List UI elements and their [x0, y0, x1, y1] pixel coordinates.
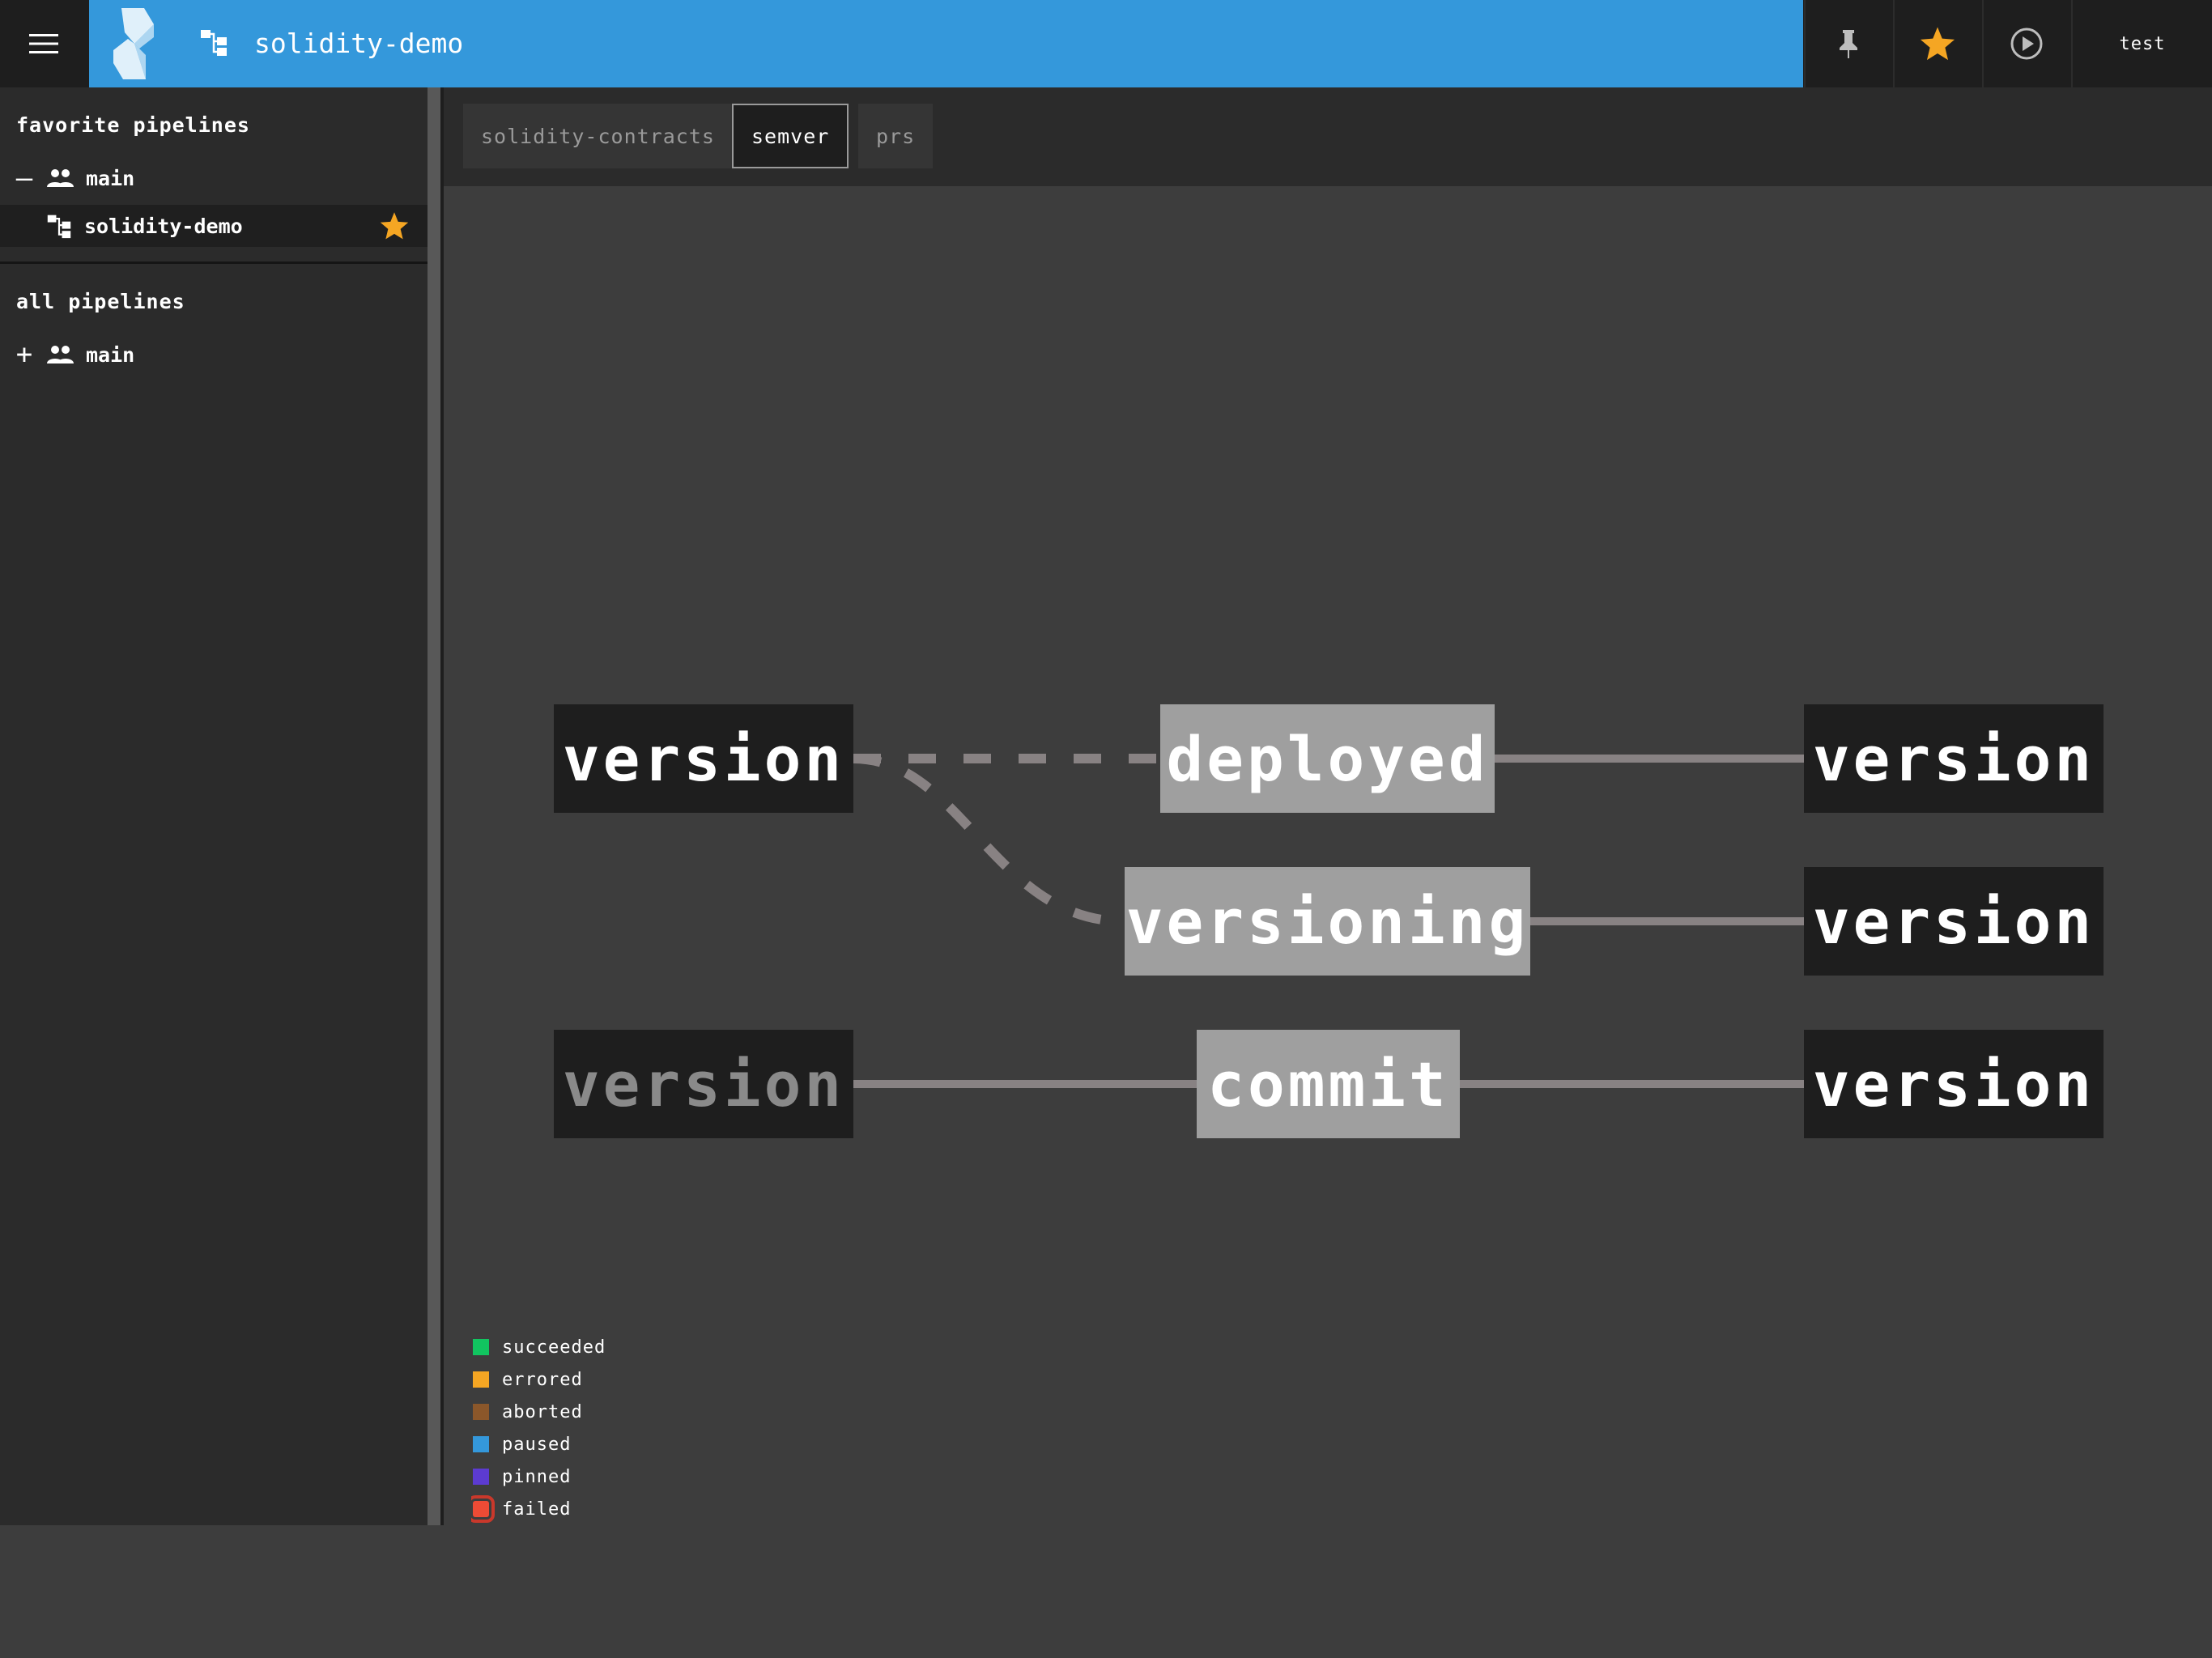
group-tab-semver[interactable]: semver [732, 104, 849, 168]
team-icon [47, 346, 74, 363]
legend-item: aborted [471, 1396, 583, 1428]
pause-toggle-button[interactable] [1982, 0, 2069, 87]
job-commit[interactable]: commit [1197, 1030, 1460, 1138]
legend-item: pinned [471, 1460, 571, 1493]
hamburger-icon [29, 34, 58, 53]
sidebar-resize-handle[interactable] [428, 87, 444, 1525]
sidebar-team-main-favorites[interactable]: — main [0, 157, 428, 199]
job-deployed[interactable]: deployed [1160, 704, 1495, 813]
job-versioning[interactable]: versioning [1125, 867, 1530, 976]
group-tab-solidity-contracts[interactable]: solidity-contracts [463, 104, 733, 168]
user-menu[interactable]: test [2071, 0, 2212, 87]
favorite-button[interactable] [1893, 0, 1980, 87]
output-resource-version-1[interactable]: version [1804, 704, 2104, 813]
pipeline-icon [47, 215, 71, 239]
hamburger-menu-button[interactable] [0, 0, 87, 87]
sidebar: favorite pipelines — main solidity-demo … [0, 87, 428, 1525]
pinned-swatch [473, 1469, 489, 1485]
play-circle-icon [2010, 28, 2043, 60]
pipeline-name: solidity-demo [84, 214, 243, 238]
input-resource-version[interactable]: version [554, 704, 853, 813]
paused-swatch [473, 1436, 489, 1452]
succeeded-swatch [473, 1339, 489, 1355]
legend-item: paused [471, 1428, 571, 1460]
pin-button[interactable] [1804, 0, 1891, 87]
edge-version-to-versioning [853, 754, 1125, 926]
output-resource-version-3[interactable]: version [1804, 1030, 2104, 1138]
failed-swatch [471, 1495, 495, 1523]
pipeline-icon [201, 30, 227, 56]
group-tab-prs[interactable]: prs [858, 104, 934, 168]
concourse-logo-icon[interactable] [107, 8, 160, 79]
sidebar-pipeline-solidity-demo[interactable]: solidity-demo [0, 205, 428, 247]
star-icon [1920, 27, 1955, 61]
expand-toggle[interactable]: + [8, 341, 40, 368]
status-legend: succeeded errored aborted paused pinned … [471, 1318, 714, 1525]
groups-bar: solidity-contracts semver prs [444, 87, 2212, 186]
pin-icon [1840, 30, 1857, 58]
legend-item: errored [471, 1363, 583, 1396]
output-resource-version-2[interactable]: version [1804, 867, 2104, 976]
favorite-pipelines-heading: favorite pipelines [16, 113, 250, 137]
pipeline-title: solidity-demo [254, 28, 464, 59]
bottom-area [0, 1525, 2212, 1658]
top-bar: solidity-demo test [0, 0, 2212, 87]
sidebar-team-main-all[interactable]: + main [0, 334, 428, 376]
input-resource-version-trigger[interactable]: version [554, 1030, 853, 1138]
errored-swatch [473, 1371, 489, 1388]
star-icon[interactable] [379, 211, 410, 240]
aborted-swatch [473, 1404, 489, 1420]
brand-bar: solidity-demo [89, 0, 1803, 87]
all-pipelines-heading: all pipelines [16, 290, 185, 313]
collapse-toggle[interactable]: — [8, 164, 40, 192]
team-icon [47, 169, 74, 187]
team-name: main [86, 342, 135, 367]
legend-item: succeeded [471, 1331, 606, 1363]
legend-item: failed [471, 1493, 571, 1525]
sidebar-divider [0, 261, 428, 264]
team-name: main [86, 166, 135, 190]
